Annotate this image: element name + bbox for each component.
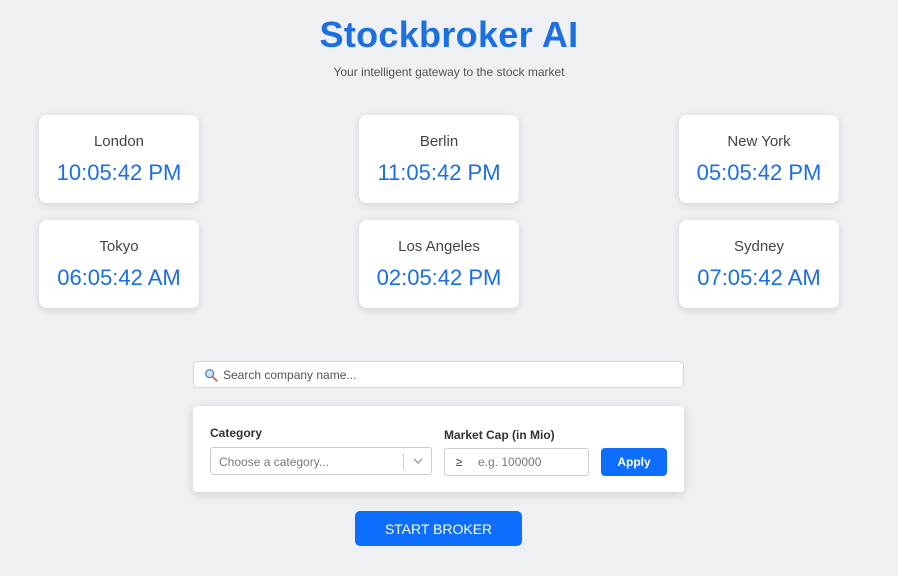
search-box[interactable] [193,361,684,388]
clock-city: London [93,133,145,150]
clock-city: Tokyo [99,238,139,255]
category-select[interactable]: Choose a category... [210,447,432,475]
clock-city: Los Angeles [398,238,480,255]
select-divider [403,454,404,470]
market-cap-prefix: ≥ [455,455,463,469]
clock-city: New York [727,133,791,150]
market-cap-label: Market Cap (in Mio) [444,428,555,442]
clock-time: 11:05:42 PM [377,160,501,185]
search-input[interactable] [223,362,683,387]
clock-time: 02:05:42 PM [376,265,502,290]
clock-card-new-york: New York 05:05:42 PM [679,115,839,203]
market-cap-group[interactable]: ≥ [444,448,589,476]
page-title: Stockbroker AI [319,14,579,55]
page-subtitle: Your intelligent gateway to the stock ma… [333,65,565,79]
apply-button[interactable]: Apply [601,448,667,476]
clock-time: 05:05:42 PM [696,160,822,185]
clock-card-los-angeles: Los Angeles 02:05:42 PM [359,220,519,308]
magnifier-icon [205,368,218,382]
clock-time: 10:05:42 PM [56,160,182,185]
clock-city: Sydney [733,238,785,255]
start-broker-button[interactable]: START BROKER [355,511,522,546]
filter-panel: Category Choose a category... Market Cap… [193,406,684,492]
clock-time: 06:05:42 AM [57,265,181,290]
category-select-value: Choose a category... [219,455,329,469]
market-cap-input[interactable] [473,455,588,469]
clock-time: 07:05:42 AM [697,265,821,290]
clock-card-sydney: Sydney 07:05:42 AM [679,220,839,308]
clock-city: Berlin [419,133,459,150]
chevron-down-icon[interactable] [411,454,425,468]
category-label: Category [210,426,263,440]
clock-card-tokyo: Tokyo 06:05:42 AM [39,220,199,308]
clock-card-berlin: Berlin 11:05:42 PM [359,115,519,203]
clock-card-london: London 10:05:42 PM [39,115,199,203]
